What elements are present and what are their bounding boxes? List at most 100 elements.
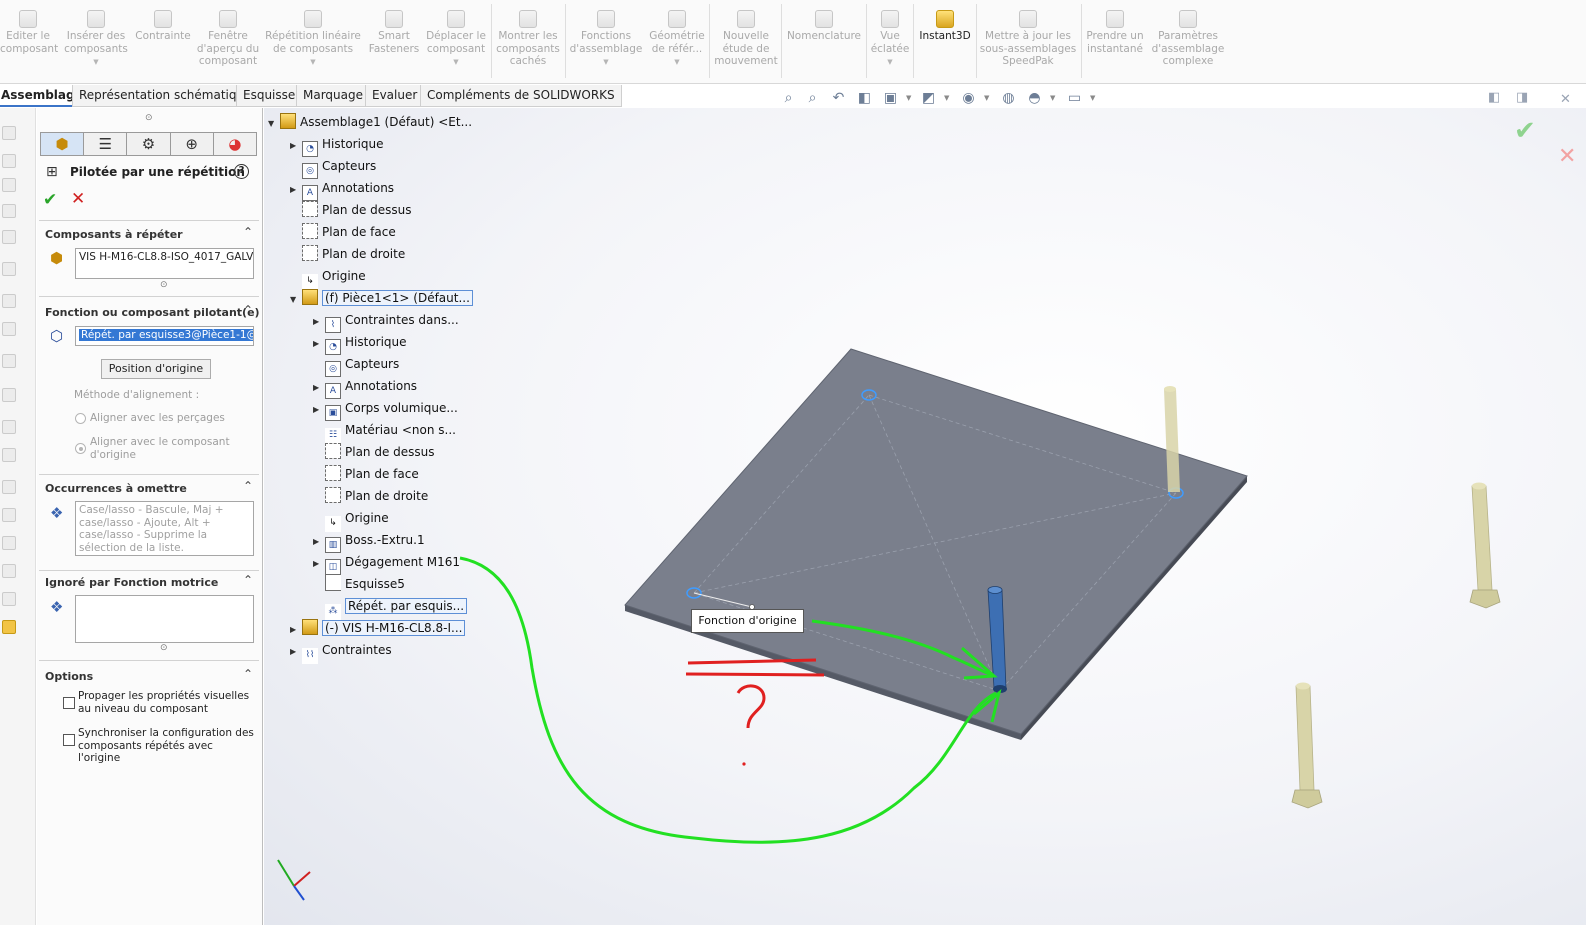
speedpak-button[interactable]: Mettre à jour les sous-assemblages Speed… xyxy=(978,4,1078,80)
tree-item-part-top-plane[interactable]: Plan de dessus xyxy=(313,442,435,462)
view-settings-icon[interactable]: ▭ xyxy=(1066,90,1083,107)
chevron-down-icon[interactable]: ▼ xyxy=(60,56,132,69)
tree-item-part-annotations[interactable]: ▶ A Annotations xyxy=(313,376,417,399)
assembly-features-button[interactable]: Fonctions d'assemblage ▼ xyxy=(568,4,644,80)
tree-item-annotations[interactable]: ▶ A Annotations xyxy=(290,178,394,201)
splitter-handle[interactable]: ⊙ xyxy=(145,113,153,123)
linear-pattern-button[interactable]: Répétition linéaire de composants ▼ xyxy=(264,4,362,80)
tab-representation-schematique[interactable]: Représentation schématique xyxy=(72,85,259,107)
tree-item-part-history[interactable]: ▶ ◔ Historique xyxy=(313,332,407,355)
mate-icon[interactable] xyxy=(2,154,16,168)
tree-item-top-plane[interactable]: Plan de dessus xyxy=(290,200,412,220)
align-component-radio[interactable] xyxy=(75,443,86,454)
smart-fasteners-icon[interactable] xyxy=(2,536,16,550)
collapse-icon[interactable]: ⌃ xyxy=(243,573,253,587)
edit-component-icon[interactable] xyxy=(2,126,16,140)
tab-dimxpert[interactable]: ⊕ xyxy=(171,133,214,155)
move-component-button[interactable]: Déplacer le composant ▼ xyxy=(424,4,488,80)
collapse-icon[interactable]: ⌃ xyxy=(243,303,253,317)
view-orientation-icon[interactable]: ▣ xyxy=(882,90,899,107)
edit-component-button[interactable]: Editer le composant xyxy=(0,4,58,80)
expander-icon[interactable]: ▶ xyxy=(313,400,325,420)
tab-esquisse[interactable]: Esquisse xyxy=(236,85,303,107)
show-hidden-button[interactable]: Montrer les composants cachés xyxy=(494,4,562,80)
collapse-icon[interactable]: ⌃ xyxy=(243,667,253,681)
chevron-down-icon[interactable]: ▼ xyxy=(264,56,362,69)
expander-icon[interactable]: ▶ xyxy=(290,136,302,156)
tree-item-front-plane[interactable]: Plan de face xyxy=(290,222,396,242)
tree-item-mates[interactable]: ▶ ⌇⌇ Contraintes xyxy=(290,640,392,664)
chevron-down-icon[interactable]: ▼ xyxy=(868,56,912,69)
tree-item-solid-bodies[interactable]: ▶ ▣ Corps volumique... xyxy=(313,398,458,421)
expander-icon[interactable]: ▶ xyxy=(313,334,325,354)
hide-show-icon[interactable]: ◉ xyxy=(960,90,977,107)
sensors-icon[interactable] xyxy=(2,592,16,606)
chevron-down-icon[interactable]: ▼ xyxy=(1090,94,1095,102)
bom-button[interactable]: Nomenclature xyxy=(784,4,864,80)
chevron-down-icon[interactable]: ▼ xyxy=(944,94,949,102)
chevron-down-icon[interactable]: ▼ xyxy=(424,56,488,69)
expander-icon[interactable]: ▶ xyxy=(313,532,325,552)
exploded-view-button[interactable]: Vue éclatée ▼ xyxy=(868,4,912,80)
help-button[interactable]: ? xyxy=(234,164,249,179)
reference-geometry-icon[interactable] xyxy=(2,322,16,336)
exploded-view-icon[interactable] xyxy=(2,420,16,434)
expander-icon[interactable]: ▶ xyxy=(313,312,325,332)
chevron-down-icon[interactable]: ▼ xyxy=(984,94,989,102)
close-icon[interactable]: ✕ xyxy=(1560,92,1571,107)
tree-item-sensors[interactable]: ◎ Capteurs xyxy=(290,156,376,179)
confirmation-corner-ok-icon[interactable]: ✔ xyxy=(1514,116,1536,146)
tab-configuration-manager[interactable]: ⚙ xyxy=(127,133,171,155)
tree-item-part-mates[interactable]: ▶ ⌇ Contraintes dans... xyxy=(313,310,459,333)
resize-handle[interactable]: ⊙ xyxy=(160,643,168,653)
tab-marquage[interactable]: Marquage xyxy=(296,85,371,107)
motion-study-icon[interactable] xyxy=(2,354,16,368)
expander-icon[interactable]: ▶ xyxy=(290,642,302,662)
preview-window-button[interactable]: Fenêtre d'aperçu du composant xyxy=(196,4,260,80)
assembly-features-icon[interactable] xyxy=(2,294,16,308)
move-component-icon[interactable] xyxy=(2,230,16,244)
chevron-down-icon[interactable]: ▼ xyxy=(1050,94,1055,102)
tree-item-sketch-pattern[interactable]: ⁂ Répét. par esquis... xyxy=(313,596,468,620)
tree-item-hole[interactable]: ▶ ◫ Dégagement M161 xyxy=(313,552,460,575)
tab-display-manager[interactable]: ◕ xyxy=(214,133,256,155)
tab-evaluer[interactable]: Evaluer xyxy=(365,85,425,107)
large-assembly-button[interactable]: Paramètres d'assemblage complexe xyxy=(1148,4,1228,80)
tab-property-manager[interactable]: ☰ xyxy=(84,133,128,155)
previous-view-icon[interactable]: ↶ xyxy=(830,90,847,107)
resize-handle[interactable]: ⊙ xyxy=(160,280,168,290)
chevron-down-icon[interactable]: ▼ xyxy=(646,56,708,69)
reference-geometry-button[interactable]: Géométrie de référ... ▼ xyxy=(646,4,708,80)
driving-feature-field[interactable]: Répét. par esquisse3@Pièce1-1@/ xyxy=(75,326,254,346)
tree-item-right-plane[interactable]: Plan de droite xyxy=(290,244,405,264)
expander-icon[interactable]: ▶ xyxy=(313,378,325,398)
tree-item-history[interactable]: ▶ ◔ Historique xyxy=(290,134,384,157)
speedpak-icon[interactable] xyxy=(2,448,16,462)
propagate-visual-checkbox[interactable] xyxy=(63,697,75,709)
linear-pattern-icon[interactable] xyxy=(2,178,16,192)
zoom-to-area-icon[interactable]: ⌕ xyxy=(804,90,821,107)
large-assembly-icon[interactable] xyxy=(2,508,16,522)
section-view-icon[interactable]: ◧ xyxy=(856,90,873,107)
expander-icon[interactable]: ▼ xyxy=(268,114,280,134)
tree-item-sketch5[interactable]: Esquisse5 xyxy=(313,574,405,594)
display-style-icon[interactable]: ◩ xyxy=(920,90,937,107)
tree-item-boss-extrude[interactable]: ▶ ▥ Boss.-Extru.1 xyxy=(313,530,425,553)
sync-configuration-checkbox[interactable] xyxy=(63,734,75,746)
collapse-icon[interactable]: ⌃ xyxy=(243,479,253,493)
zoom-to-fit-icon[interactable]: ⌕ xyxy=(780,90,797,107)
expander-icon[interactable]: ▶ xyxy=(313,554,325,574)
snapshot-icon[interactable] xyxy=(2,480,16,494)
tree-item-origin[interactable]: ↳ Origine xyxy=(290,266,366,290)
chevron-down-icon[interactable]: ▼ xyxy=(906,94,911,102)
edit-appearance-icon[interactable]: ◍ xyxy=(1000,90,1017,107)
tree-item-material[interactable]: ☷ Matériau <non s... xyxy=(313,420,456,444)
origin-position-button[interactable]: Position d'origine xyxy=(101,359,211,379)
show-hidden-icon[interactable] xyxy=(2,262,16,276)
motion-study-button[interactable]: Nouvelle étude de mouvement xyxy=(712,4,780,80)
components-list[interactable]: VIS H-M16-CL8.8-ISO_4017_GALV< xyxy=(75,248,254,279)
collapse-icon[interactable]: ⌃ xyxy=(243,225,253,239)
panel-collapse-icon[interactable]: ◧ xyxy=(1488,90,1500,105)
occurrences-to-skip-list[interactable]: Case/lasso - Bascule, Maj + case/lasso -… xyxy=(75,501,254,556)
instant3d-button[interactable]: Instant3D xyxy=(916,4,974,80)
